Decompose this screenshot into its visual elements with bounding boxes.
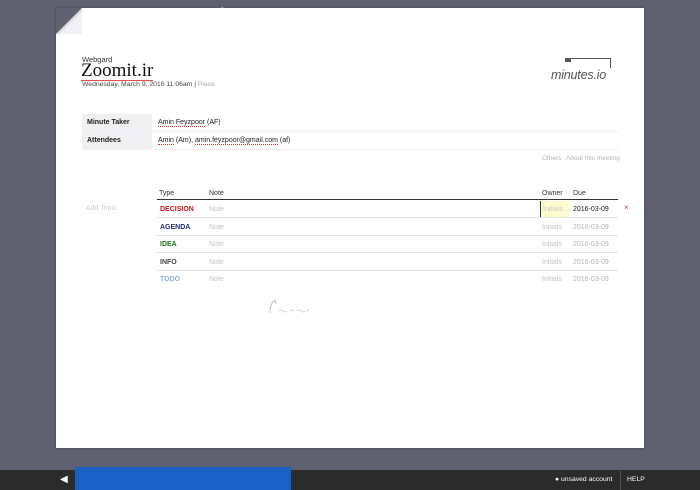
about-meeting-link[interactable]: About this meeting [566, 155, 620, 162]
arrow-left-icon[interactable]: ◀ [60, 475, 72, 485]
account-button[interactable]: ● unsaved account [555, 476, 612, 483]
due-date-input[interactable]: 2016-03-09 [573, 276, 609, 283]
owner-input[interactable]: Initials [542, 259, 562, 266]
page-corner-fold [56, 8, 82, 34]
owner-column-header: Owner [542, 190, 563, 197]
note-input[interactable]: Note [209, 224, 224, 231]
account-label: unsaved account [561, 476, 613, 483]
place-field[interactable]: Place [198, 81, 215, 88]
logo-flag-shape [567, 58, 611, 68]
meeting-title[interactable]: Zoomit.ir [81, 61, 154, 81]
header-rule [157, 199, 618, 200]
due-column-header: Due [573, 190, 586, 197]
attendees-label: Attendees [82, 132, 152, 150]
due-date-input[interactable]: 2016-03-09 [573, 241, 609, 248]
dateline-separator: | [194, 81, 196, 88]
minute-taker-name: Amin Feyzpoor [158, 119, 206, 127]
type-column-header: Type [159, 190, 175, 197]
note-input[interactable]: Note [209, 259, 224, 266]
due-date-input[interactable]: 2016-03-09 [573, 206, 609, 213]
type-todo[interactable]: TODO [160, 276, 180, 283]
trash-icon: ⌫ [256, 9, 266, 16]
minutes-io-logo: minutes.io [551, 58, 615, 86]
topic-row: INFO Note Initials 2016-03-09 [157, 254, 618, 271]
attendees-value[interactable]: Amin (Am), amin.feyzpoor@gmail.com (af) [158, 137, 291, 145]
file-button[interactable]: ✓ File [82, 8, 103, 16]
topic-row: IDEA Note Initials 2016-03-09 [157, 236, 618, 253]
note-column-header: Note [209, 190, 224, 197]
logo-flag-tab [565, 58, 571, 62]
file-label: File [90, 9, 103, 16]
due-date-input[interactable]: 2016-03-09 [573, 224, 609, 231]
check-icon: ✓ [82, 9, 88, 16]
send-label: Send (Preview) [122, 9, 172, 16]
help-button[interactable]: HELP [627, 476, 645, 483]
due-date-input[interactable]: 2016-03-09 [573, 259, 609, 266]
logo-text: minutes.io [551, 68, 606, 82]
type-idea[interactable]: IDEA [160, 241, 177, 248]
owner-input[interactable]: Initials [540, 201, 569, 217]
send-preview-button[interactable]: ✉ Send (Preview) [114, 8, 172, 16]
minute-taker-value[interactable]: Amin Feyzpoor (AF) [158, 119, 221, 127]
note-input[interactable]: Note [209, 241, 224, 248]
attendee-email: amin.feyzpoor@gmail.com [194, 137, 278, 145]
owner-input[interactable]: Initials [542, 276, 562, 283]
delete-button[interactable]: ⌫ Delete [256, 8, 289, 16]
type-info[interactable]: INFO [160, 259, 177, 266]
type-agenda[interactable]: AGENDA [160, 224, 190, 231]
copy-label: Copy [190, 9, 208, 16]
attendee-initials: (Am), [175, 137, 194, 144]
copy-button[interactable]: ❐ Copy [181, 8, 207, 16]
hint-arrow-icon [269, 299, 310, 314]
printer-icon: ⎙ [219, 8, 225, 15]
topic-row: DECISION Note Initials 2016-03-09 [157, 201, 618, 218]
print-button[interactable]: ⎙ Print [219, 8, 243, 16]
delete-label: Delete [268, 9, 290, 16]
copy-icon: ❐ [181, 9, 188, 16]
divider [152, 149, 618, 150]
user-icon: ● [555, 476, 560, 483]
topic-row: TODO Note Initials 2016-03-09 [157, 271, 618, 288]
envelope-icon: ✉ [114, 9, 120, 16]
minute-taker-row: Minute Taker Amin Feyzpoor (AF) [82, 114, 618, 132]
print-label: Print [227, 8, 244, 15]
owner-input[interactable]: Initials [542, 241, 562, 248]
meeting-dateline: Wednesday, March 9, 2016 11:06am | Place [82, 81, 215, 88]
type-decision[interactable]: DECISION [160, 206, 194, 213]
attendee-name: Amin [158, 137, 174, 145]
topic-row: AGENDA Note Initials 2016-03-09 [157, 219, 618, 236]
others-link[interactable]: Others [542, 155, 562, 162]
remove-row-icon[interactable]: × [624, 203, 629, 212]
note-input[interactable]: Note [209, 276, 224, 283]
note-input[interactable]: Note [209, 206, 224, 213]
attendee-email-initials: (af) [279, 137, 291, 144]
meeting-date[interactable]: Wednesday, March 9, 2016 11:06am [82, 81, 192, 88]
action-bar [75, 467, 291, 490]
toolbar-divider [620, 471, 621, 490]
owner-input[interactable]: Initials [542, 224, 562, 231]
minute-taker-initials: (AF) [207, 119, 221, 126]
minute-taker-label: Minute Taker [82, 114, 152, 132]
attendees-row: Attendees Amin (Am), amin.feyzpoor@gmail… [82, 132, 618, 150]
add-topic-button[interactable]: Add Topic [86, 205, 117, 212]
